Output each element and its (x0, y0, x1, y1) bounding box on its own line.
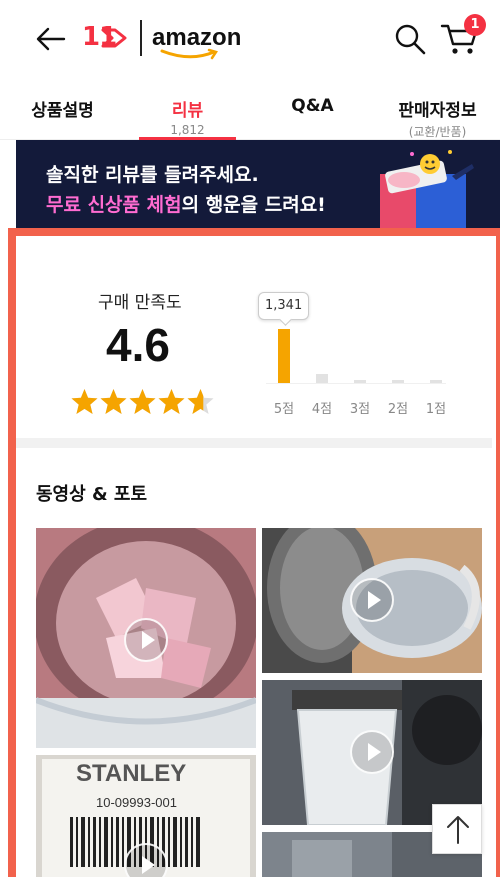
section-divider (16, 438, 492, 448)
rating-bar-label: 1점 (425, 402, 447, 417)
rating-bar-4 (316, 374, 328, 383)
tab-label: Q&A (291, 96, 334, 116)
review-event-banner[interactable]: 솔직한 리뷰를 들려주세요. 무료 신상품 체험의 행운을 드려요! (16, 140, 500, 230)
tab-label: 판매자정보 (398, 101, 477, 121)
rating-bar-2 (392, 380, 404, 383)
media-thumbnail[interactable]: STANLEY 10-09993-001 (36, 755, 256, 877)
banner-line-2-rest: 의 행운을 드려요! (181, 194, 326, 216)
app-screen: 11 amazon 1 상품설명 리뷰 1,812 Q&A 판매자정보 (교환/… (0, 0, 500, 877)
star-icon (187, 389, 214, 414)
rating-bar-label: 4점 (311, 402, 333, 417)
tab-label: 상품설명 (31, 101, 94, 121)
rating-score: 4.6 (106, 319, 170, 371)
star-icon (158, 389, 185, 414)
tab-qna[interactable]: Q&A (250, 76, 375, 139)
highlight-frame-right (496, 228, 500, 877)
tab-label: 리뷰 (171, 101, 204, 121)
review-count: 1,812 (170, 123, 205, 137)
media-thumbnail[interactable] (262, 528, 482, 673)
rating-distribution-chart (266, 326, 446, 384)
media-section-title: 동영상 & 포토 (36, 484, 148, 505)
back-arrow-icon[interactable] (34, 22, 68, 56)
svg-text:10-09993-001: 10-09993-001 (96, 795, 177, 810)
svg-text:STANLEY: STANLEY (76, 760, 186, 787)
scroll-top-button[interactable] (432, 804, 482, 854)
gift-box-illustration-icon (380, 150, 474, 230)
banner-line-1: 솔직한 리뷰를 들려주세요. (46, 164, 259, 186)
header-separator (140, 20, 142, 56)
media-thumbnail[interactable] (36, 528, 256, 748)
star-icon (129, 389, 156, 414)
video-play-icon[interactable] (350, 730, 394, 774)
tab-description[interactable]: 상품설명 (0, 76, 125, 139)
search-icon[interactable] (393, 22, 427, 56)
video-play-icon[interactable] (124, 618, 168, 662)
satisfaction-title: 구매 만족도 (98, 293, 182, 313)
product-tabs: 상품설명 리뷰 1,812 Q&A 판매자정보 (교환/반품) (0, 76, 500, 140)
banner-highlight: 무료 신상품 체험 (46, 194, 182, 216)
bar-value-tooltip: 1,341 (258, 292, 310, 320)
rating-bar-label: 2점 (387, 402, 409, 417)
tab-sublabel: (교환/반품) (408, 125, 467, 139)
banner-line-2: 무료 신상품 체험의 행운을 드려요! (46, 190, 326, 217)
tab-seller-info[interactable]: 판매자정보 (교환/반품) (375, 76, 500, 139)
cart-count-badge: 1 (464, 14, 486, 36)
rating-bar-3 (354, 380, 366, 383)
rating-stars (70, 388, 215, 418)
tab-reviews[interactable]: 리뷰 1,812 (125, 76, 250, 140)
video-play-icon[interactable] (350, 578, 394, 622)
rating-bar-1 (430, 380, 442, 383)
rating-distribution-labels: 5점 4점 3점 2점 1점 (266, 398, 446, 417)
star-icon (71, 389, 98, 414)
brand-11st-arrow-icon (101, 28, 127, 48)
arrow-up-icon (447, 816, 469, 844)
rating-bar-label: 5점 (273, 402, 295, 417)
top-header: 11 amazon 1 (0, 0, 500, 76)
amazon-smile-icon (160, 48, 218, 60)
rating-bar-label: 3점 (349, 402, 371, 417)
rating-bar-5 (278, 329, 290, 383)
star-icon (100, 389, 127, 414)
